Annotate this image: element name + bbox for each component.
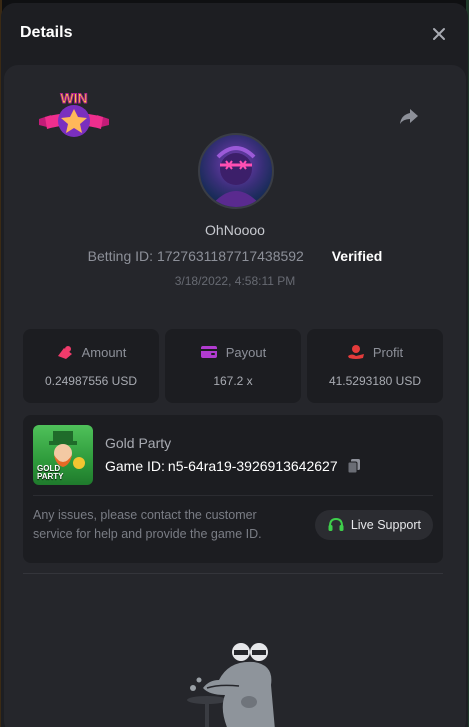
stat-profit-value: 41.5293180 USD	[328, 374, 422, 388]
profit-icon	[347, 345, 364, 359]
game-thumb-text: GOLD PARTY	[37, 464, 64, 481]
close-button[interactable]	[428, 23, 450, 45]
stat-amount-label: Amount	[81, 344, 127, 360]
share-icon	[400, 109, 418, 124]
game-thumbnail[interactable]: GOLD PARTY	[33, 425, 93, 485]
headset-icon	[328, 517, 344, 531]
game-id-value: n5-64ra19-3926913642627	[167, 458, 338, 474]
help-text: Any issues, please contact the customer …	[33, 508, 262, 541]
game-panel: GOLD PARTY Gold Party Game ID: n5-64ra19…	[23, 415, 443, 563]
stat-profit-label: Profit	[372, 344, 404, 360]
game-divider	[33, 495, 433, 496]
bet-datetime: 3/18/2022, 4:58:11 PM	[174, 274, 296, 288]
badge-text: WIN	[60, 90, 87, 106]
stat-amount-value: 0.24987556 USD	[44, 374, 138, 388]
avatar-art	[210, 146, 262, 207]
amount-icon	[57, 346, 72, 359]
game-name: Gold Party	[105, 435, 172, 451]
close-icon	[433, 28, 445, 40]
live-support-button[interactable]: Live Support	[314, 510, 433, 540]
details-modal: Details WIN OhNoooo Betting ID: 17276311…	[1, 3, 468, 727]
modal-title: Details	[20, 24, 73, 41]
copy-icon[interactable]	[346, 458, 362, 474]
wallet-icon	[200, 346, 217, 358]
username: OhNoooo	[205, 222, 265, 238]
game-id-row: Game ID: n5-64ra19-3926913642627	[105, 458, 362, 474]
avatar	[198, 133, 274, 209]
betting-id-row: Betting ID: 1727631187717438592 Verified	[4, 248, 466, 264]
stat-payout-label: Payout	[225, 344, 267, 360]
live-support-label: Live Support	[350, 518, 421, 532]
betting-id-label: Betting ID:	[87, 248, 154, 264]
modal-header: Details	[1, 3, 468, 63]
section-divider	[23, 573, 443, 574]
share-button[interactable]	[398, 105, 420, 127]
bet-details-card: WIN OhNoooo Betting ID: 1727631187717438…	[4, 65, 466, 727]
betting-id-value: 1727631187717438592	[156, 248, 304, 264]
verified-label: Verified	[331, 248, 383, 264]
game-id-label: Game ID:	[105, 458, 165, 474]
win-badge: WIN	[39, 90, 109, 137]
stat-payout: Payout 167.2 x	[165, 329, 301, 403]
stat-payout-value: 167.2 x	[213, 374, 253, 388]
crocodile-mascot	[187, 643, 275, 727]
stat-amount: Amount 0.24987556 USD	[23, 329, 159, 403]
stats-row: Amount 0.24987556 USD Payout 167.2 x Pro…	[23, 329, 443, 403]
stat-profit: Profit 41.5293180 USD	[307, 329, 443, 403]
